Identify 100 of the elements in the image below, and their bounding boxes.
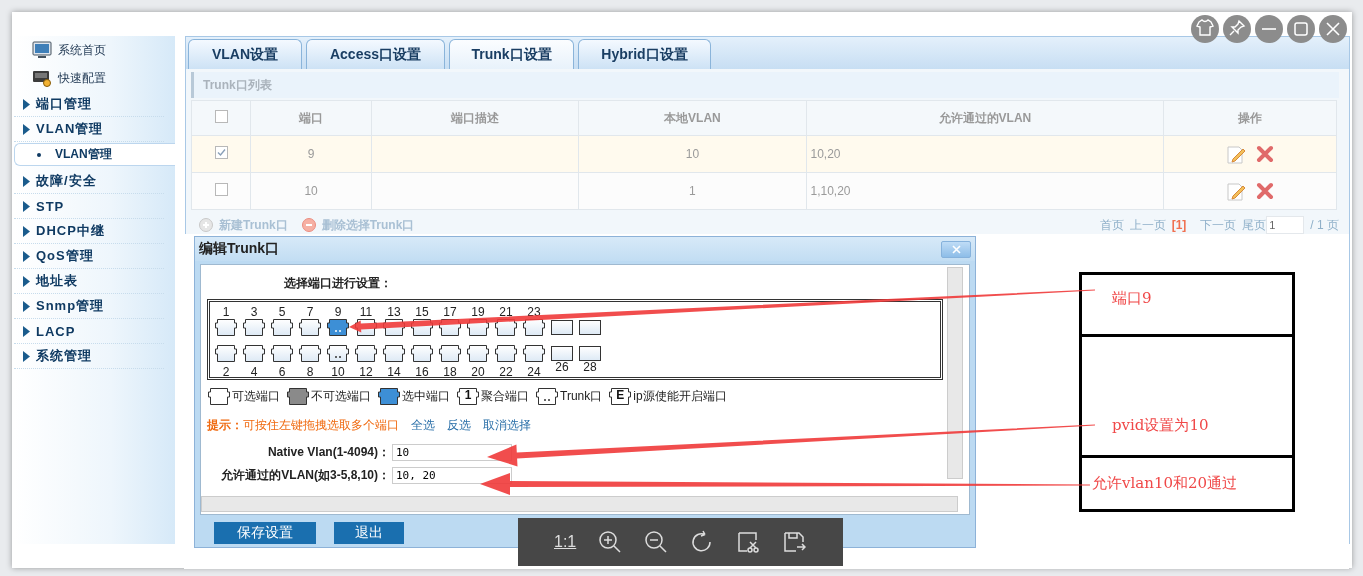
tab[interactable]: Hybrid口设置 (578, 39, 711, 69)
tab[interactable]: Access口设置 (306, 39, 445, 69)
checkbox[interactable] (214, 183, 228, 196)
port-icon[interactable] (326, 318, 350, 337)
legend-label: 选中端口 (402, 388, 450, 405)
minimize-icon[interactable] (1254, 14, 1284, 44)
port-icon[interactable] (494, 344, 518, 363)
close-icon (951, 244, 961, 254)
crop-icon[interactable] (736, 530, 761, 554)
legend-label: 聚合端口 (481, 388, 529, 405)
port-number: 2 (222, 365, 230, 379)
port-number: 15 (415, 305, 429, 319)
field-label: 允许通过的VLAN(如3-5,8,10)： (220, 467, 390, 484)
port-icon[interactable] (466, 344, 490, 363)
legend-label: 不可选端口 (311, 388, 371, 405)
sfp-port-icon[interactable] (550, 318, 574, 337)
sidebar-subitem[interactable]: VLAN管理 (14, 143, 175, 166)
sidebar-item[interactable]: 端口管理 (36, 95, 92, 113)
port-icon[interactable] (410, 344, 434, 363)
zoom-out-icon[interactable] (644, 530, 669, 554)
port-number: 9 (334, 305, 342, 319)
port-icon[interactable] (242, 318, 266, 337)
selection-link[interactable]: 取消选择 (483, 417, 531, 434)
triangle-icon (23, 300, 30, 312)
sidebar-item[interactable]: 地址表 (36, 272, 78, 290)
port-icon[interactable] (270, 344, 294, 363)
port-icon[interactable] (438, 344, 462, 363)
port-number: 6 (278, 365, 286, 379)
page-total: / 1 页 (1310, 216, 1339, 234)
port-icon[interactable] (242, 344, 266, 363)
dialog-button[interactable]: 退出 (334, 522, 404, 544)
table-cell: 9 (250, 135, 372, 173)
edit-icon[interactable] (1226, 144, 1247, 164)
port-icon[interactable] (214, 344, 238, 363)
port-number: 24 (527, 365, 541, 379)
port-icon[interactable] (382, 344, 406, 363)
port-icon[interactable] (298, 318, 322, 337)
save-icon[interactable] (782, 530, 807, 554)
port-icon[interactable] (354, 344, 378, 363)
triangle-icon (23, 250, 30, 262)
delete-icon[interactable] (1256, 145, 1275, 163)
checkbox[interactable] (214, 110, 228, 123)
table-cell: 10,20 (806, 135, 1164, 173)
sidebar-item[interactable]: 快速配置 (58, 69, 106, 87)
vlan-input-field[interactable]: 10 (392, 444, 512, 461)
field-label: Native Vlan(1-4094)： (266, 444, 390, 461)
sidebar-item[interactable]: Snmp管理 (36, 297, 105, 315)
port-icon[interactable] (214, 318, 238, 337)
close-icon[interactable] (1318, 14, 1348, 44)
tab[interactable]: VLAN设置 (188, 39, 302, 69)
triangle-icon (23, 325, 30, 337)
port-number: 10 (331, 365, 345, 379)
legend-label: 可选端口 (232, 388, 280, 405)
page-input[interactable]: 1 (1266, 216, 1305, 234)
sidebar-item[interactable]: LACP (36, 323, 76, 339)
triangle-icon (23, 350, 30, 362)
legend-label: ip源使能开启端口 (633, 388, 727, 405)
column-header: 操作 (1163, 100, 1337, 136)
sidebar-item[interactable]: QoS管理 (36, 247, 94, 265)
table-cell: 10 (250, 172, 372, 210)
legend-label: Trunk口 (560, 388, 603, 405)
bullet-icon (37, 152, 41, 157)
tab[interactable]: Trunk口设置 (449, 39, 574, 69)
sfp-port-icon[interactable] (550, 344, 574, 363)
port-icon[interactable] (522, 344, 546, 363)
device-icon (32, 69, 52, 87)
port-icon[interactable] (326, 344, 350, 363)
selection-link[interactable]: 反选 (447, 417, 471, 434)
port-number: 14 (387, 365, 401, 379)
table-cell: 1,10,20 (806, 172, 1164, 210)
sidebar-item[interactable]: 故障/安全 (36, 172, 97, 190)
edit-icon[interactable] (1226, 181, 1247, 201)
vertical-scrollbar[interactable] (947, 267, 963, 479)
port-number: 5 (278, 305, 286, 319)
table-cell: 1 (578, 172, 806, 210)
sfp-port-icon[interactable] (578, 344, 602, 363)
dialog-title: 编辑Trunk口 (199, 240, 280, 258)
annotation-text: pvid设置为10 (1112, 416, 1209, 435)
checkbox[interactable] (214, 146, 228, 159)
port-icon: 1 (456, 387, 480, 406)
sidebar-item[interactable]: VLAN管理 (36, 120, 104, 138)
sidebar-item[interactable]: DHCP中继 (36, 222, 105, 240)
port-number: 21 (499, 305, 513, 319)
sfp-port-icon[interactable] (578, 318, 602, 337)
selection-link[interactable]: 全选 (411, 417, 435, 434)
zoom-in-icon[interactable] (598, 530, 623, 554)
actual-size-button[interactable]: 1:1 (554, 533, 577, 551)
table-cell: 10 (578, 135, 806, 173)
horizontal-scrollbar[interactable] (201, 496, 958, 512)
sidebar-item[interactable]: 系统管理 (36, 347, 92, 365)
port-icon[interactable] (298, 344, 322, 363)
dialog-button[interactable]: 保存设置 (214, 522, 316, 544)
port-icon[interactable] (270, 318, 294, 337)
vlan-input-field[interactable]: 10, 20 (392, 467, 512, 484)
section-header: Trunk口列表 (191, 72, 1339, 98)
sidebar-item[interactable]: STP (36, 198, 65, 214)
sidebar-item[interactable]: 系统首页 (58, 41, 106, 59)
delete-icon[interactable] (1256, 182, 1275, 200)
current-page: [1] (1171, 218, 1187, 232)
pin-icon[interactable] (1222, 14, 1252, 44)
